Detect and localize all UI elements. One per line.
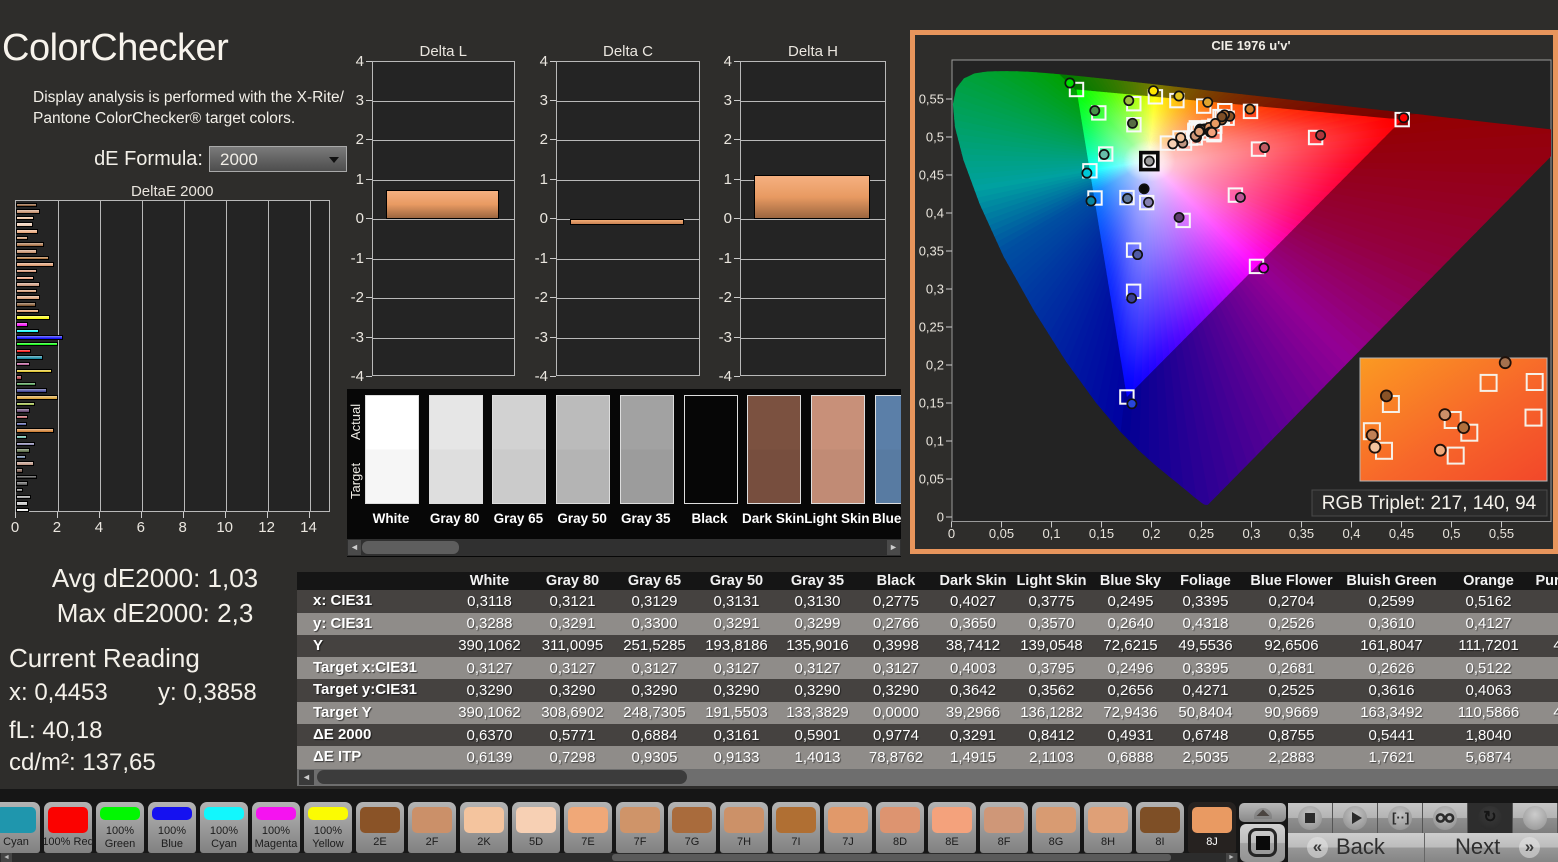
- svg-text:0,2: 0,2: [926, 358, 944, 373]
- svg-text:0: 0: [948, 526, 955, 541]
- svg-text:0,1: 0,1: [1042, 526, 1060, 541]
- svg-text:0,25: 0,25: [919, 320, 944, 335]
- svg-text:0,15: 0,15: [919, 396, 944, 411]
- svg-text:0,4: 0,4: [926, 206, 944, 221]
- svg-text:0,45: 0,45: [919, 168, 944, 183]
- svg-text:0,15: 0,15: [1089, 526, 1114, 541]
- svg-text:0,4: 0,4: [1342, 526, 1360, 541]
- svg-text:0,55: 0,55: [919, 92, 944, 107]
- svg-text:0,55: 0,55: [1489, 526, 1514, 541]
- svg-text:0: 0: [937, 510, 944, 525]
- svg-text:RGB Triplet: 217, 140, 94: RGB Triplet: 217, 140, 94: [1322, 493, 1537, 514]
- svg-text:0,5: 0,5: [926, 130, 944, 145]
- svg-text:CIE 1976 u'v': CIE 1976 u'v': [1211, 38, 1290, 53]
- svg-text:0,2: 0,2: [1142, 526, 1160, 541]
- svg-text:0,25: 0,25: [1189, 526, 1214, 541]
- svg-text:0,3: 0,3: [926, 282, 944, 297]
- svg-text:0,3: 0,3: [1242, 526, 1260, 541]
- svg-text:0,05: 0,05: [989, 526, 1014, 541]
- svg-text:0,05: 0,05: [919, 472, 944, 487]
- svg-text:0,45: 0,45: [1389, 526, 1414, 541]
- svg-text:0,1: 0,1: [926, 434, 944, 449]
- svg-text:0,5: 0,5: [1442, 526, 1460, 541]
- svg-text:0,35: 0,35: [919, 244, 944, 259]
- svg-text:0,35: 0,35: [1289, 526, 1314, 541]
